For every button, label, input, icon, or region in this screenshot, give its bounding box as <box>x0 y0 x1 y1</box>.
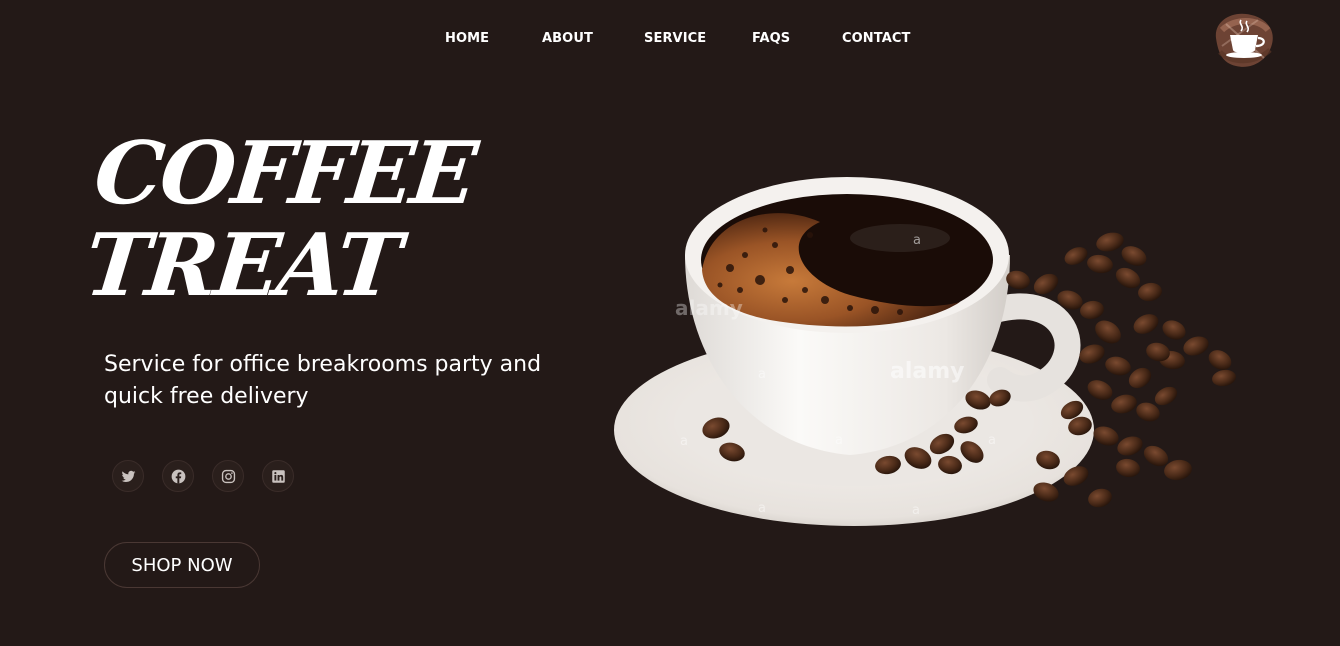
facebook-link[interactable] <box>162 460 194 492</box>
watermark-mark-4: a <box>680 434 688 449</box>
watermark-text-left: alamy <box>675 296 743 320</box>
logo[interactable] <box>1208 8 1278 72</box>
nav-about-link[interactable]: ABOUT <box>542 31 593 46</box>
linkedin-link[interactable] <box>262 460 294 492</box>
nav-faqs-link[interactable]: FAQS <box>752 31 790 46</box>
hero-title-line2: TREAT <box>80 215 403 316</box>
page: HOME ABOUT SERVICE FAQS CONTACT COFFEE T… <box>0 0 1340 646</box>
shop-now-button[interactable]: SHOP NOW <box>104 542 260 588</box>
twitter-link[interactable] <box>112 460 144 492</box>
coffee-cup-icon <box>1215 13 1273 67</box>
coffee-cup-image: alamy alamy a a a a a a a <box>614 177 1236 526</box>
instagram-link[interactable] <box>212 460 244 492</box>
nav-home-link[interactable]: HOME <box>445 31 489 46</box>
hero-title-line1: COFFEE <box>89 123 480 224</box>
watermark-mark-2: a <box>758 367 766 382</box>
nav-service-link[interactable]: SERVICE <box>644 31 706 46</box>
hero-title: COFFEE TREAT <box>80 123 480 316</box>
watermark-mark-1: a <box>913 233 921 248</box>
watermark-mark-5: a <box>988 433 996 448</box>
watermark-mark-6: a <box>912 503 920 518</box>
facebook-icon <box>171 469 185 483</box>
hero-subtitle: Service for office breakrooms party and … <box>104 352 542 409</box>
instagram-icon <box>221 469 235 483</box>
main-nav: HOME ABOUT SERVICE FAQS CONTACT <box>0 31 1340 51</box>
watermark-text: alamy <box>890 359 965 384</box>
nav-contact-link[interactable]: CONTACT <box>842 31 911 46</box>
watermark-mark-7: a <box>758 501 766 516</box>
twitter-icon <box>121 470 135 482</box>
linkedin-icon <box>271 469 285 483</box>
watermark-mark-3: a <box>835 433 843 448</box>
